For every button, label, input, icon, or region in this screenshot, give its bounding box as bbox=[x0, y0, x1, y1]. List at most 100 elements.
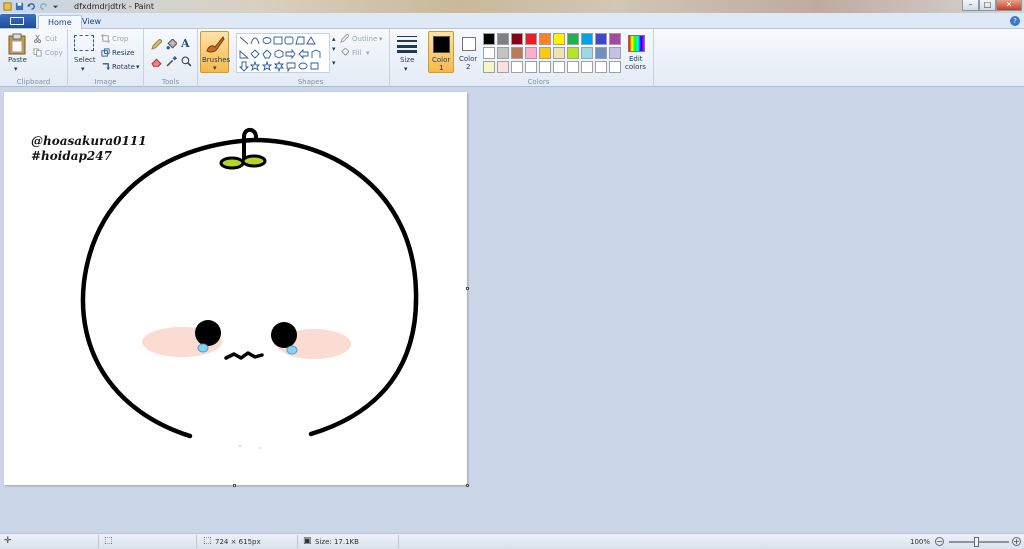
color-palette bbox=[483, 33, 623, 75]
size-dropdown-icon[interactable]: ▾ bbox=[404, 65, 408, 73]
palette-swatch[interactable] bbox=[525, 33, 537, 45]
redo-icon[interactable] bbox=[39, 2, 48, 11]
status-separator bbox=[398, 535, 399, 548]
zoom-slider-track[interactable] bbox=[949, 541, 1009, 543]
copy-button[interactable]: Copy bbox=[45, 49, 63, 57]
select-button[interactable]: Select bbox=[74, 56, 96, 64]
palette-swatch[interactable] bbox=[483, 47, 495, 59]
resize-handle-corner[interactable] bbox=[466, 484, 469, 487]
head-outline bbox=[80, 137, 419, 439]
drawing-canvas[interactable]: @hoasakura0111 #hoidap247 bbox=[4, 92, 467, 485]
select-icon[interactable] bbox=[74, 35, 94, 51]
fill-dropdown-icon[interactable]: ▾ bbox=[366, 49, 370, 57]
status-separator bbox=[98, 535, 99, 548]
color-picker-icon[interactable] bbox=[166, 56, 177, 67]
palette-swatch[interactable] bbox=[609, 61, 621, 73]
zoom-out-button[interactable]: − bbox=[935, 537, 944, 546]
palette-swatch[interactable] bbox=[511, 61, 523, 73]
palette-swatch[interactable] bbox=[581, 33, 593, 45]
zoom-in-button[interactable]: + bbox=[1012, 537, 1021, 546]
palette-swatch[interactable] bbox=[497, 33, 509, 45]
palette-swatch[interactable] bbox=[553, 61, 565, 73]
resize-handle-right[interactable] bbox=[466, 287, 469, 290]
palette-swatch[interactable] bbox=[567, 61, 579, 73]
palette-swatch[interactable] bbox=[567, 33, 579, 45]
color1-button[interactable]: Color 1 bbox=[428, 31, 454, 73]
paint-app-icon bbox=[3, 2, 12, 11]
palette-swatch[interactable] bbox=[483, 33, 495, 45]
undo-icon[interactable] bbox=[27, 2, 36, 11]
tab-view[interactable]: View bbox=[73, 15, 110, 29]
palette-swatch[interactable] bbox=[511, 33, 523, 45]
eraser-icon[interactable] bbox=[151, 56, 162, 67]
palette-swatch[interactable] bbox=[539, 33, 551, 45]
palette-swatch[interactable] bbox=[595, 61, 607, 73]
shapes-more-icon[interactable]: ▾ bbox=[332, 59, 336, 67]
palette-swatch[interactable] bbox=[511, 47, 523, 59]
save-icon[interactable] bbox=[15, 2, 24, 11]
palette-swatch[interactable] bbox=[497, 47, 509, 59]
palette-swatch[interactable] bbox=[595, 47, 607, 59]
paste-icon[interactable] bbox=[7, 33, 27, 55]
pencil-icon[interactable] bbox=[151, 39, 162, 50]
palette-swatch[interactable] bbox=[553, 33, 565, 45]
brushes-group: Brushes ▾ bbox=[198, 29, 232, 87]
size-icon[interactable] bbox=[397, 35, 417, 53]
text-tool-icon[interactable]: A bbox=[181, 37, 190, 50]
brushes-button[interactable]: Brushes ▾ bbox=[200, 31, 231, 73]
brushes-label: Brushes bbox=[202, 56, 231, 64]
palette-swatch[interactable] bbox=[525, 47, 537, 59]
paste-button[interactable]: Paste bbox=[8, 56, 27, 64]
outline-dropdown-icon[interactable]: ▾ bbox=[379, 35, 383, 43]
palette-swatch[interactable] bbox=[567, 47, 579, 59]
size-button[interactable]: Size bbox=[400, 56, 414, 64]
resize-handle-bottom[interactable] bbox=[233, 484, 236, 487]
color2-swatch bbox=[462, 37, 476, 51]
file-size-icon: ▣ bbox=[303, 536, 312, 546]
rotate-dropdown-icon[interactable]: ▾ bbox=[136, 63, 140, 71]
palette-swatch[interactable] bbox=[581, 47, 593, 59]
palette-swatch[interactable] bbox=[539, 61, 551, 73]
image-group: Select ▾ Crop Resize Rotate ▾ Image bbox=[68, 29, 144, 87]
outline-icon bbox=[340, 34, 349, 43]
palette-swatch[interactable] bbox=[609, 33, 621, 45]
shapes-gallery[interactable] bbox=[236, 33, 330, 73]
palette-swatch[interactable] bbox=[581, 61, 593, 73]
edit-colors-button[interactable]: Edit colors bbox=[624, 31, 650, 73]
edit-colors-label-2: colors bbox=[625, 63, 646, 71]
ribbon: Paste ▾ Cut Copy Clipboard Select ▾ Crop… bbox=[0, 29, 1024, 87]
color2-button[interactable]: Color 2 bbox=[457, 31, 481, 73]
fill-bucket-icon[interactable] bbox=[166, 39, 177, 50]
left-eye bbox=[195, 320, 221, 346]
title-bar: dfxdmdrjdtrk - Paint – □ ✕ bbox=[0, 0, 1024, 13]
palette-swatch[interactable] bbox=[483, 61, 495, 73]
maximize-button[interactable]: □ bbox=[979, 0, 996, 11]
zoom-slider-thumb[interactable] bbox=[974, 537, 979, 547]
palette-swatch[interactable] bbox=[595, 33, 607, 45]
customize-toolbar-icon[interactable] bbox=[51, 2, 60, 11]
help-icon[interactable]: ? bbox=[1010, 16, 1020, 26]
select-dropdown-icon[interactable]: ▾ bbox=[81, 65, 85, 73]
clipboard-group-label: Clipboard bbox=[16, 78, 51, 86]
size-group: Size ▾ bbox=[390, 29, 424, 87]
outline-button[interactable]: Outline bbox=[352, 35, 377, 43]
cut-button[interactable]: Cut bbox=[45, 35, 57, 43]
palette-swatch[interactable] bbox=[497, 61, 509, 73]
shapes-scroll-down-icon[interactable]: ▾ bbox=[332, 45, 336, 53]
crop-button[interactable]: Crop bbox=[112, 35, 128, 43]
resize-button[interactable]: Resize bbox=[112, 49, 134, 57]
paint-menu-button[interactable] bbox=[0, 14, 36, 28]
minimize-button[interactable]: – bbox=[962, 0, 979, 11]
close-button[interactable]: ✕ bbox=[996, 0, 1022, 11]
fill-button[interactable]: Fill bbox=[352, 49, 361, 57]
shapes-scroll-up-icon[interactable]: ▴ bbox=[332, 35, 336, 43]
palette-swatch[interactable] bbox=[525, 61, 537, 73]
paste-dropdown-icon[interactable]: ▾ bbox=[14, 65, 18, 73]
palette-swatch[interactable] bbox=[539, 47, 551, 59]
palette-swatch[interactable] bbox=[553, 47, 565, 59]
rotate-button[interactable]: Rotate bbox=[112, 63, 135, 71]
magnifier-icon[interactable] bbox=[181, 56, 192, 67]
palette-swatch[interactable] bbox=[609, 47, 621, 59]
right-eye bbox=[271, 322, 297, 348]
canvas-workspace: @hoasakura0111 #hoidap247 bbox=[0, 88, 1024, 533]
